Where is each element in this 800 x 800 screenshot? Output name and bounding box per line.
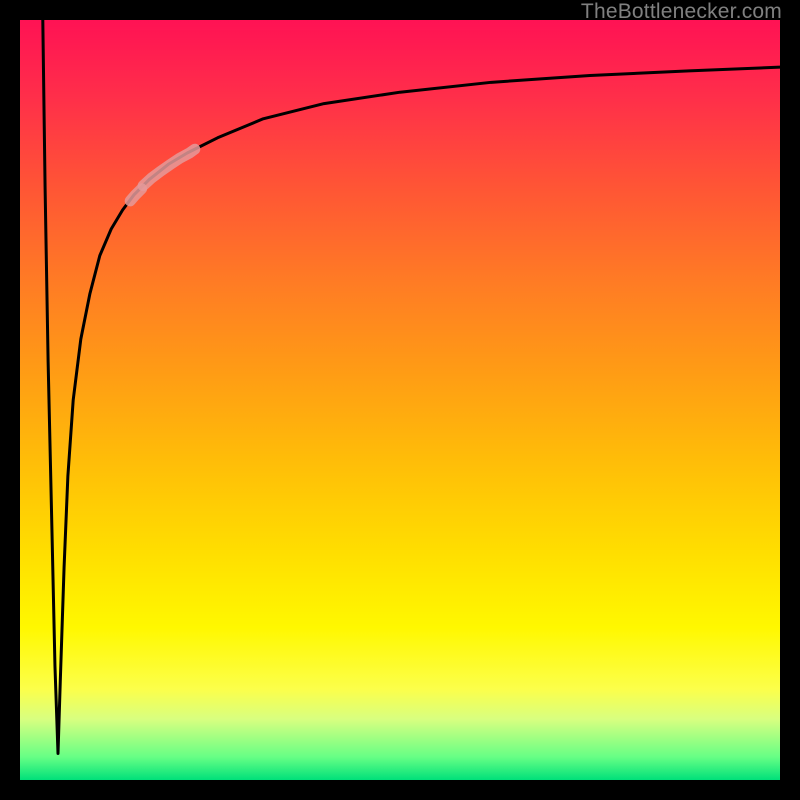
gradient-background [20, 20, 780, 780]
plot-area [20, 20, 780, 780]
chart-container: TheBottlenecker.com [0, 0, 800, 800]
attribution-text: TheBottlenecker.com [581, 0, 782, 24]
